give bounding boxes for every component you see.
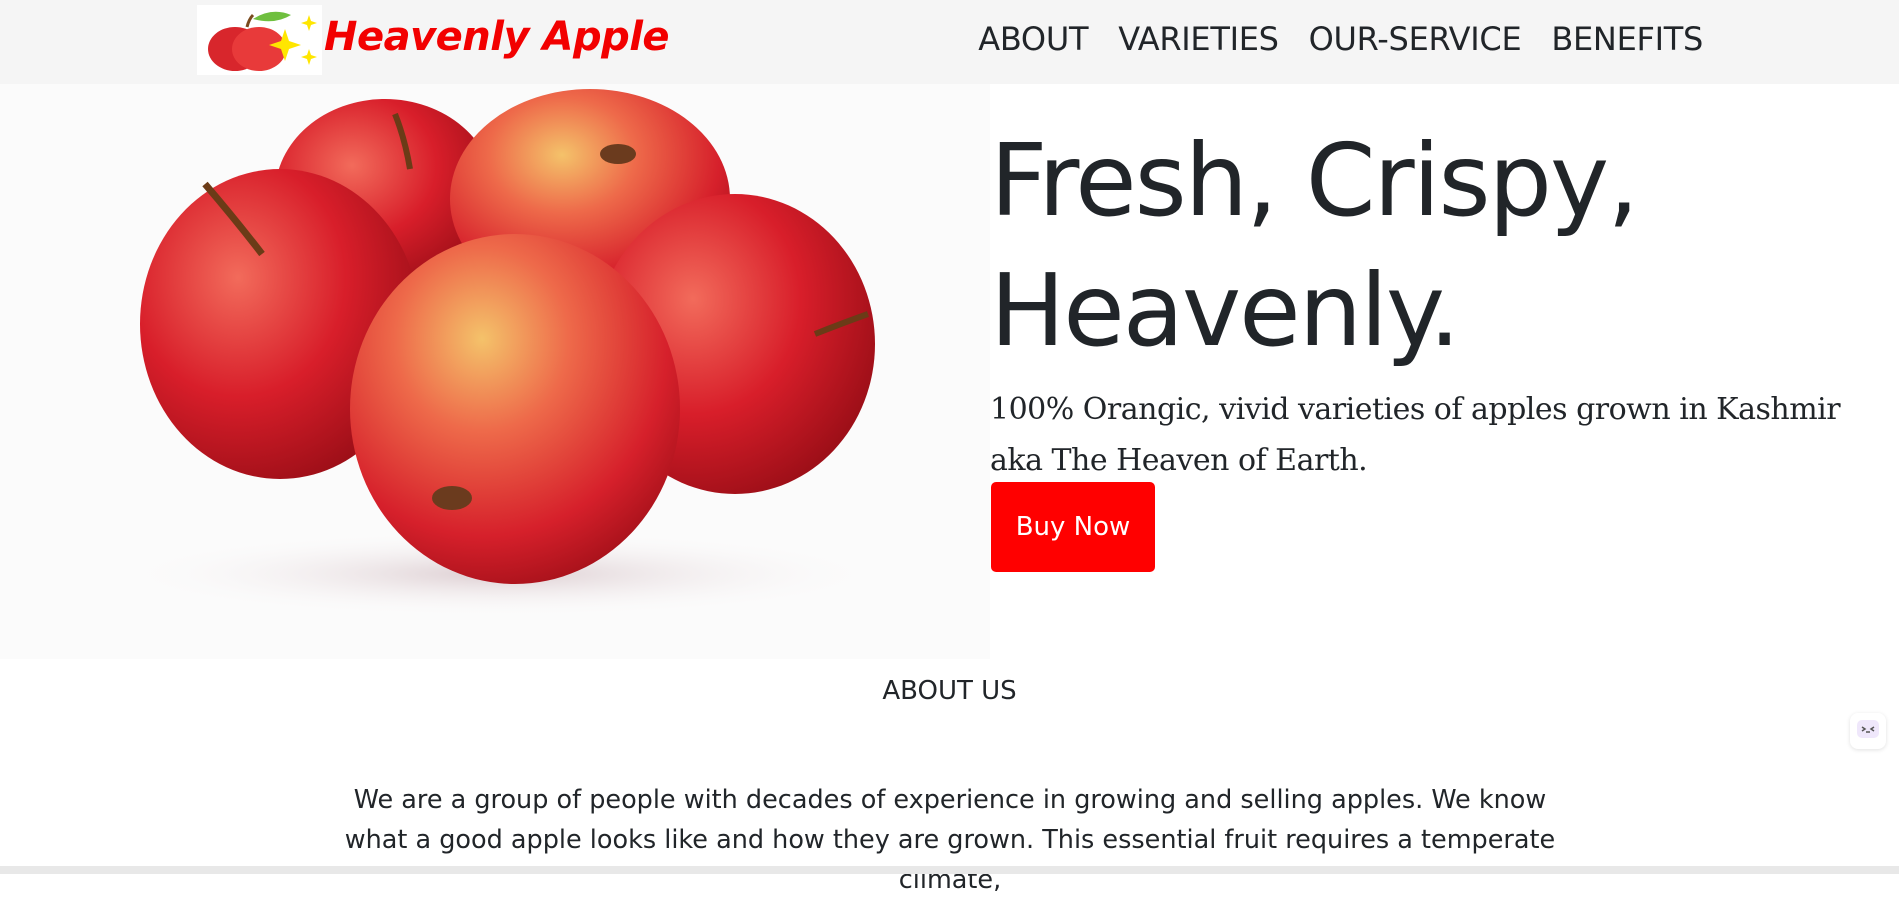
assistant-widget-icon — [1856, 719, 1880, 744]
nav-item-our-service[interactable]: OUR-SERVICE — [1309, 20, 1522, 58]
nav-item-benefits[interactable]: BENEFITS — [1551, 20, 1703, 58]
navbar: Heavenly Apple ABOUT VARIETIES OUR-SERVI… — [0, 0, 1899, 84]
nav-item-varieties[interactable]: VARIETIES — [1118, 20, 1279, 58]
about-heading: ABOUT US — [0, 676, 1899, 706]
buy-now-button[interactable]: Buy Now — [991, 482, 1155, 572]
hero-subtitle: 100% Orangic, vivid varieties of apples … — [990, 392, 1841, 478]
hero-title-line-2: Heavenly. — [990, 252, 1461, 369]
about-text: We are a group of people with decades of… — [344, 785, 1556, 895]
nav-links: ABOUT VARIETIES OUR-SERVICE BENEFITS — [978, 20, 1703, 58]
nav-item-about[interactable]: ABOUT — [978, 20, 1088, 58]
hero-title-line-1: Fresh, Crispy, — [990, 122, 1639, 239]
hero-title: Fresh, Crispy, Heavenly. — [990, 116, 1870, 376]
assistant-widget-button[interactable] — [1850, 713, 1886, 749]
horizontal-scrollbar[interactable] — [0, 866, 1899, 874]
about-heading-text: ABOUT US — [882, 676, 1017, 706]
brand-link[interactable]: Heavenly Apple — [197, 5, 670, 75]
apple-sparkle-logo-icon — [197, 5, 322, 75]
red-apples-image — [0, 84, 990, 659]
brand-name: Heavenly Apple — [324, 14, 670, 60]
